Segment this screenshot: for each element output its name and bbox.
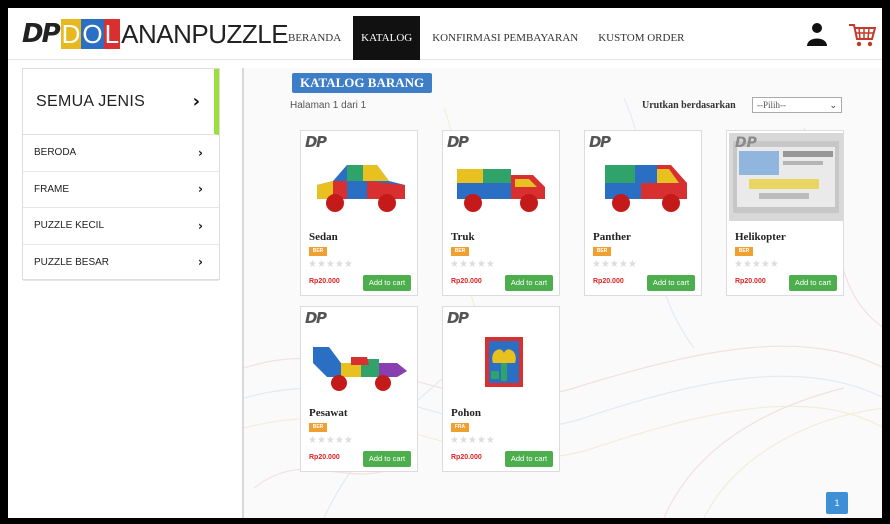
browser-viewport: DP D O L ANANPUZZLE BERANDA KATALOG KONF… — [8, 8, 882, 518]
chevron-right-icon: › — [192, 91, 200, 112]
product-name[interactable]: Panther — [593, 231, 631, 243]
product-card-pohon[interactable]: DP Pohon FRA ★★★★★ Rp20.000 Add to cart — [442, 306, 560, 472]
rating-stars[interactable]: ★★★★★ — [450, 435, 495, 446]
page-info: Halaman 1 dari 1 — [290, 100, 367, 111]
product-name[interactable]: Truk — [451, 231, 475, 243]
nav-kustom-order[interactable]: KUSTOM ORDER — [590, 16, 692, 60]
product-card-sedan[interactable]: DP Sedan BER ★★★★★ Rp20.000 Add to cart — [300, 130, 418, 296]
chevron-right-icon: › — [198, 145, 203, 160]
add-to-cart-button[interactable]: Add to cart — [505, 275, 553, 291]
product-name[interactable]: Sedan — [309, 231, 338, 243]
rating-stars[interactable]: ★★★★★ — [734, 259, 779, 270]
add-to-cart-button[interactable]: Add to cart — [789, 275, 837, 291]
product-card-pesawat[interactable]: DP Pesawat BER ★★★★★ Rp20.000 Add to car… — [300, 306, 418, 472]
logo-dp-mark: DP — [22, 19, 61, 49]
category-sidebar: SEMUA JENIS › BERODA › FRAME › PUZZLE KE… — [22, 68, 220, 281]
product-price: Rp20.000 — [451, 454, 482, 461]
sidebar-item-semua-jenis[interactable]: SEMUA JENIS › — [23, 69, 219, 135]
rating-stars[interactable]: ★★★★★ — [450, 259, 495, 270]
nav-beranda[interactable]: BERANDA — [280, 16, 349, 60]
product-price: Rp20.000 — [593, 278, 624, 285]
product-price: Rp20.000 — [309, 278, 340, 285]
sidebar-item-frame[interactable]: FRAME › — [23, 172, 219, 208]
rating-stars[interactable]: ★★★★★ — [308, 259, 353, 270]
rating-stars[interactable]: ★★★★★ — [308, 435, 353, 446]
add-to-cart-button[interactable]: Add to cart — [647, 275, 695, 291]
product-price: Rp20.000 — [735, 278, 766, 285]
product-name[interactable]: Pohon — [451, 407, 481, 419]
product-name[interactable]: Pesawat — [309, 407, 348, 419]
logo-block-d: D — [60, 19, 82, 49]
sort-select-value: --Pilih-- — [757, 100, 786, 110]
product-image-pesawat[interactable] — [307, 323, 413, 399]
add-to-cart-button[interactable]: Add to cart — [363, 275, 411, 291]
product-image-pohon[interactable] — [449, 323, 555, 399]
main-nav: BERANDA KATALOG KONFIRMASI PEMBAYARAN KU… — [280, 16, 697, 60]
user-icon[interactable] — [806, 22, 828, 46]
logo-wordmark: ANANPUZZLE — [121, 18, 289, 49]
add-to-cart-button[interactable]: Add to cart — [363, 451, 411, 467]
site-header: DP D O L ANANPUZZLE BERANDA KATALOG KONF… — [8, 8, 882, 60]
nav-katalog[interactable]: KATALOG — [353, 16, 421, 60]
product-card-helikopter[interactable]: DP Helikopter BER ★★★★★ Rp20.000 Add to … — [726, 130, 844, 296]
sidebar-item-label: PUZZLE KECIL — [34, 220, 105, 232]
chevron-right-icon: › — [198, 182, 203, 197]
category-badge: BER — [451, 247, 469, 256]
product-card-truk[interactable]: DP Truk BER ★★★★★ Rp20.000 Add to cart — [442, 130, 560, 296]
category-badge: FRA — [451, 423, 469, 432]
sidebar-item-label: FRAME — [34, 183, 69, 195]
logo-block-o: O — [81, 19, 104, 49]
sidebar-item-beroda[interactable]: BERODA › — [23, 135, 219, 172]
sort-label: Urutkan berdasarkan — [642, 100, 736, 111]
product-image-helikopter[interactable]: DP — [729, 133, 843, 221]
product-image-truk[interactable] — [449, 147, 555, 223]
svg-text:DP: DP — [735, 135, 758, 151]
logo-block-l: L — [103, 19, 121, 49]
catalog-title: KATALOG BARANG — [292, 73, 433, 93]
add-to-cart-button[interactable]: Add to cart — [505, 451, 553, 467]
rating-stars[interactable]: ★★★★★ — [592, 259, 637, 270]
logo-color-blocks: D O L — [60, 19, 121, 49]
product-card-panther[interactable]: DP Panther BER ★★★★★ Rp20.000 Add to car… — [584, 130, 702, 296]
product-name[interactable]: Helikopter — [735, 231, 786, 243]
category-badge: BER — [309, 247, 327, 256]
chevron-right-icon: › — [198, 218, 203, 233]
product-image-sedan[interactable] — [307, 147, 413, 223]
category-badge: BER — [309, 423, 327, 432]
product-price: Rp20.000 — [451, 278, 482, 285]
chevron-down-icon: ⌄ — [829, 100, 837, 110]
sidebar-heading: SEMUA JENIS — [36, 92, 146, 110]
category-badge: BER — [735, 247, 753, 256]
sidebar-item-label: BERODA — [34, 147, 77, 159]
chevron-right-icon: › — [198, 255, 203, 270]
site-logo[interactable]: DP D O L ANANPUZZLE — [22, 18, 289, 50]
catalog-panel: KATALOG BARANG Halaman 1 dari 1 Urutkan … — [242, 68, 882, 518]
category-badge: BER — [593, 247, 611, 256]
sort-select[interactable]: --Pilih-- ⌄ — [752, 97, 842, 113]
nav-konfirmasi-pembayaran[interactable]: KONFIRMASI PEMBAYARAN — [424, 16, 586, 60]
pagination-page-1[interactable]: 1 — [826, 492, 848, 514]
sidebar-item-puzzle-besar[interactable]: PUZZLE BESAR › — [23, 245, 219, 281]
product-image-panther[interactable] — [591, 147, 697, 223]
product-price: Rp20.000 — [309, 454, 340, 461]
shopping-cart-icon[interactable] — [848, 22, 876, 48]
sidebar-item-label: PUZZLE BESAR — [34, 256, 110, 268]
sidebar-item-puzzle-kecil[interactable]: PUZZLE KECIL › — [23, 208, 219, 245]
